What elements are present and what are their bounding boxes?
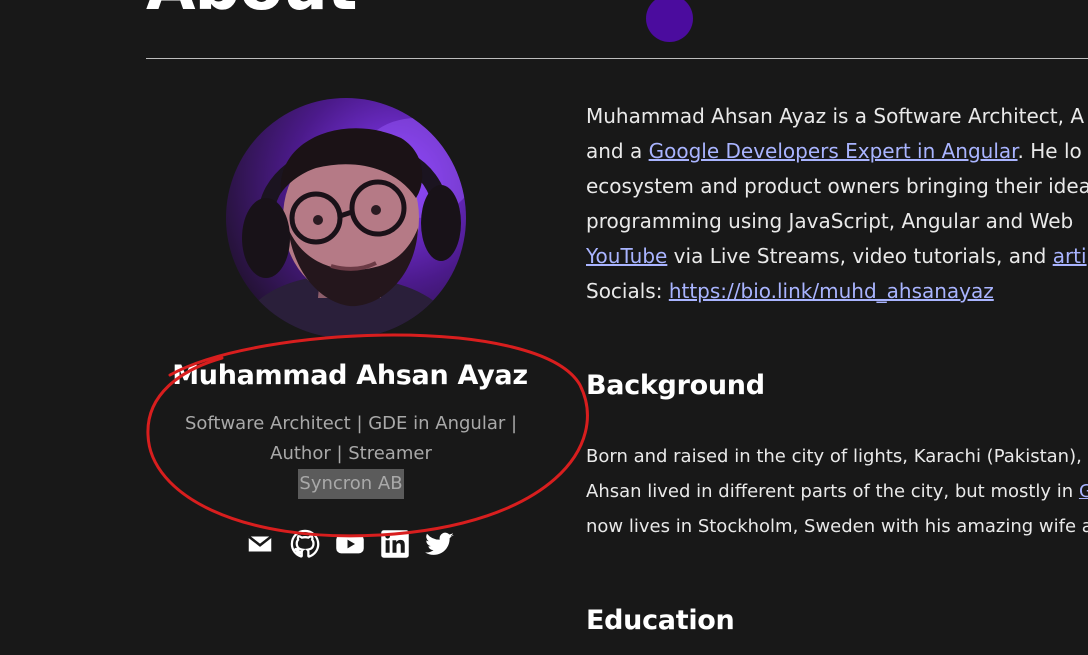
gde-link[interactable]: Google Developers Expert in Angular	[649, 139, 1018, 163]
twitter-icon[interactable]	[424, 528, 456, 560]
profile-name: Muhammad Ahsan Ayaz	[172, 360, 528, 391]
background-line: Ahsan lived in different parts of the ci…	[586, 474, 1088, 509]
page-title: About	[146, 0, 357, 20]
divider	[146, 58, 1088, 59]
github-icon[interactable]	[289, 528, 321, 560]
background-line: Born and raised in the city of lights, K…	[586, 446, 1088, 467]
linkedin-icon[interactable]	[379, 528, 411, 560]
bio-paragraph: Muhammad Ahsan Ayaz is a Software Archit…	[586, 99, 1088, 309]
profile-company: Syncron AB	[298, 469, 404, 499]
bio-line: Socials: https://bio.link/muhd_ahsanayaz	[586, 279, 994, 303]
background-paragraph: Born and raised in the city of lights, K…	[586, 439, 1088, 544]
avatar-illustration	[236, 118, 466, 338]
background-heading: Background	[586, 370, 765, 401]
education-heading: Education	[586, 605, 735, 636]
bio-line: and a Google Developers Expert in Angula…	[586, 139, 1082, 163]
articles-link[interactable]: arti	[1053, 244, 1087, 268]
youtube-icon[interactable]	[334, 528, 366, 560]
profile-role-line: Author | Streamer	[270, 443, 432, 464]
background-link[interactable]: Gu	[1079, 481, 1088, 502]
background-line: now lives in Stockholm, Sweden with his …	[586, 516, 1088, 537]
accent-dot	[646, 0, 693, 42]
email-icon[interactable]	[244, 528, 276, 560]
socials-link[interactable]: https://bio.link/muhd_ahsanayaz	[669, 279, 994, 303]
profile-role: Software Architect | GDE in Angular | Au…	[170, 409, 532, 499]
bio-line: programming using JavaScript, Angular an…	[586, 209, 1074, 233]
social-links	[244, 526, 464, 562]
youtube-link[interactable]: YouTube	[586, 244, 667, 268]
bio-line: YouTube via Live Streams, video tutorial…	[586, 244, 1087, 268]
bio-line: ecosystem and product owners bringing th…	[586, 174, 1088, 198]
avatar	[226, 98, 466, 338]
profile-role-line: Software Architect | GDE in Angular |	[184, 413, 518, 434]
bio-line: Muhammad Ahsan Ayaz is a Software Archit…	[586, 104, 1085, 128]
